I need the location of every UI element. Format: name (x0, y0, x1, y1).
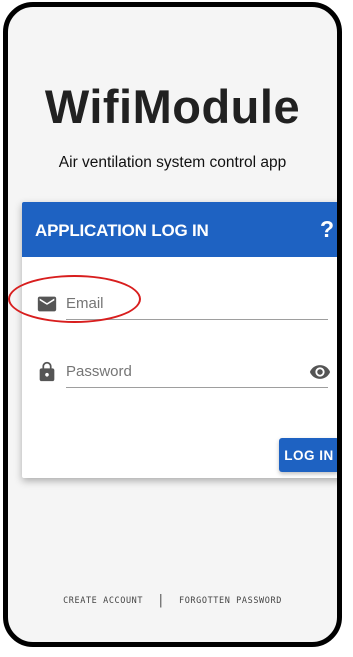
password-input[interactable] (66, 355, 328, 388)
footer-links: CREATE ACCOUNT | FORGOTTEN PASSWORD (8, 592, 337, 608)
footer-separator: | (156, 593, 166, 608)
login-card-title: APPLICATION LOG IN (35, 221, 209, 240)
app-title: WifiModule (44, 80, 301, 133)
help-icon[interactable]: ? (320, 216, 334, 243)
login-card-header: APPLICATION LOG IN ? (22, 202, 337, 257)
eye-icon[interactable] (309, 361, 331, 383)
create-account-link[interactable]: CREATE ACCOUNT (63, 596, 143, 606)
lock-icon (39, 361, 55, 382)
app-subtitle: Air ventilation system control app (58, 154, 287, 171)
phone-frame: WifiModule Air ventilation system contro… (3, 2, 342, 647)
forgotten-password-link[interactable]: FORGOTTEN PASSWORD (179, 596, 282, 606)
login-card: APPLICATION LOG IN ? LOG IN (22, 202, 337, 478)
email-input[interactable] (66, 287, 328, 320)
mail-icon (37, 296, 57, 312)
login-button[interactable]: LOG IN (279, 438, 337, 472)
